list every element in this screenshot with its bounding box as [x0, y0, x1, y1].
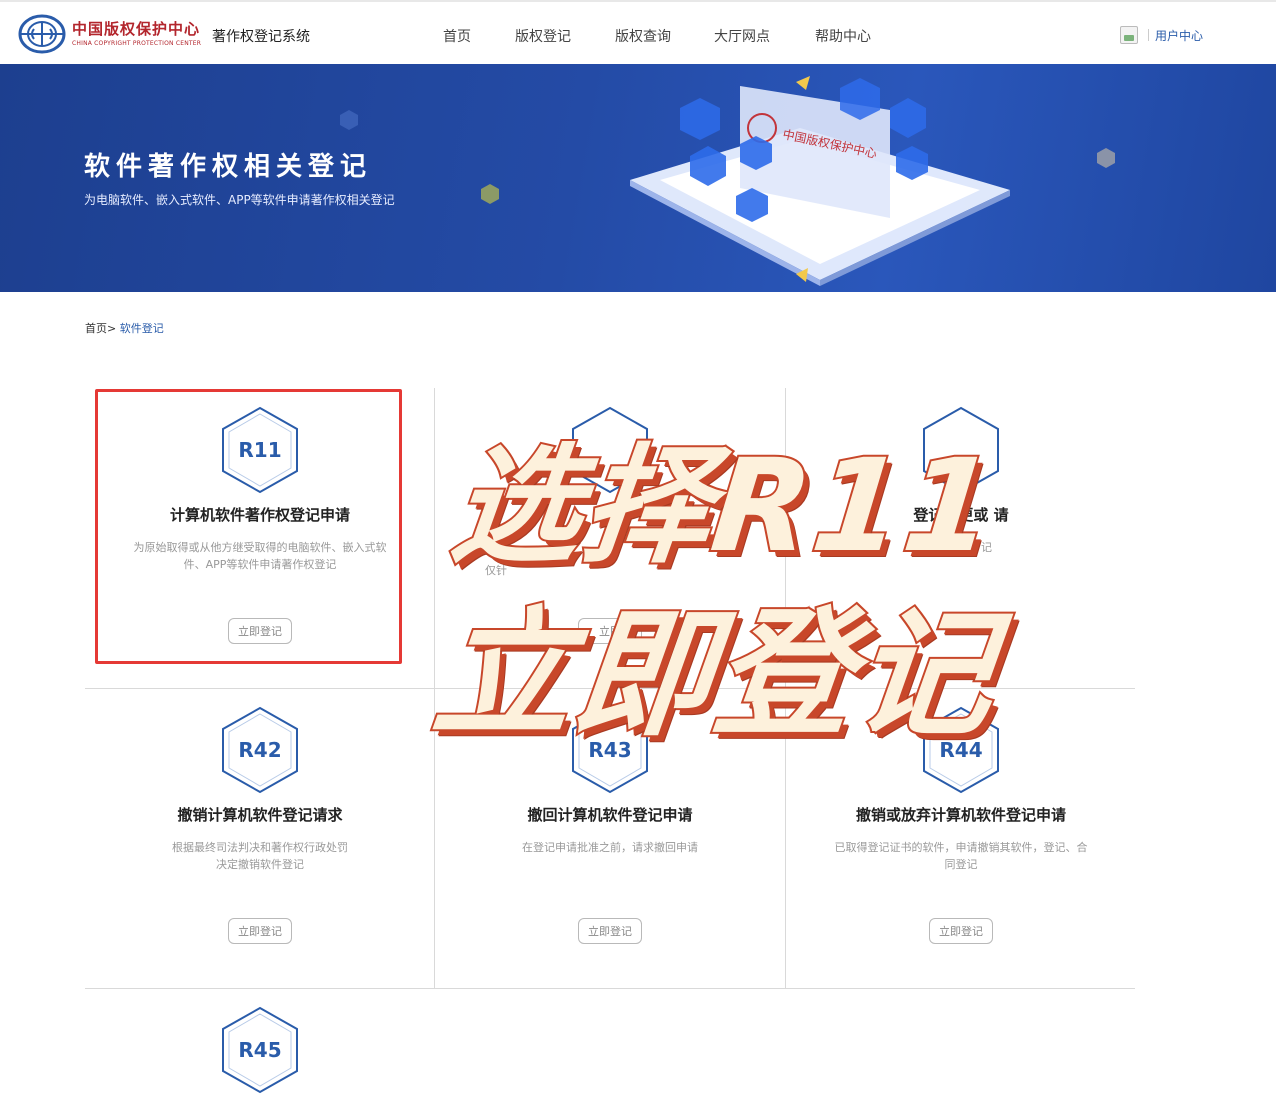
hexagon-badge-icon — [572, 406, 648, 494]
breadcrumb: 首页> 软件登记 — [85, 320, 164, 336]
service-code: R43 — [588, 738, 632, 762]
hero-banner: 软件著作权相关登记 为电脑软件、嵌入式软件、APP等软件申请著作权相关登记 中国… — [0, 64, 1276, 292]
service-code: R44 — [939, 738, 983, 762]
r11-highlight-frame — [95, 389, 402, 664]
nav-home[interactable]: 首页 — [443, 26, 471, 46]
nav-copyright-query[interactable]: 版权查询 — [615, 26, 671, 46]
nav-copyright-registration[interactable]: 版权登记 — [515, 26, 571, 46]
decor-hexagon-icon — [1097, 148, 1115, 168]
platform-illustration: 中国版权保护中心 — [630, 76, 1010, 286]
register-now-button[interactable]: 立即登记 — [929, 918, 993, 944]
decor-hexagon-icon — [481, 184, 499, 204]
banner-title: 软件著作权相关登记 — [84, 152, 373, 182]
site-logo[interactable]: 中国版权保护中心 CHINA COPYRIGHT PROTECTION CENT… — [18, 14, 202, 58]
service-card-r44[interactable]: R44 撤销或放弃计算机软件登记申请 已取得登记证书的软件，申请撤销其软件，登记… — [786, 688, 1136, 988]
service-code-badge: R45 — [221, 1006, 299, 1094]
top-header: 中国版权保护中心 CHINA COPYRIGHT PROTECTION CENT… — [0, 0, 1276, 64]
user-center-link[interactable]: 用户中心 — [1155, 27, 1203, 44]
service-card-r43[interactable]: R43 撤回计算机软件登记申请 在登记申请批准之前，请求撤回申请 立即登记 — [435, 688, 785, 988]
banner-subtitle: 为电脑软件、嵌入式软件、APP等软件申请著作权相关登记 — [84, 193, 395, 207]
service-description: 根据最终司法判决和著作权行政处罚决定撤销软件登记 — [172, 841, 348, 871]
breadcrumb-home[interactable]: 首页> — [85, 322, 116, 335]
service-description: 在登记申请批准之前，请求撤回申请 — [522, 841, 698, 854]
service-card-3[interactable]: 登记变更或 请 登记 变更 记 — [786, 388, 1136, 688]
logo-english-name: CHINA COPYRIGHT PROTECTION CENTER — [72, 40, 202, 47]
breadcrumb-current: 软件登记 — [119, 322, 164, 335]
hexagon-badge-icon — [923, 406, 999, 494]
service-code-badge: R42 — [221, 706, 299, 794]
service-title: 登记变更或 请 — [913, 506, 1009, 524]
service-title: 撤销计算机软件登记请求 — [177, 806, 343, 824]
service-card-r42[interactable]: R42 撤销计算机软件登记请求 根据最终司法判决和著作权行政处罚决定撤销软件登记… — [85, 688, 435, 988]
nav-help-center[interactable]: 帮助中心 — [815, 26, 871, 46]
service-description: 登记 变更 记 — [930, 541, 992, 554]
logo-chinese-name: 中国版权保护中心 — [72, 20, 201, 38]
user-avatar-icon[interactable] — [1120, 26, 1138, 44]
divider — [1148, 29, 1149, 41]
service-code: R42 — [238, 738, 282, 762]
service-title: 撤销或放弃计算机软件登记申请 — [855, 806, 1066, 824]
user-center[interactable]: 用户中心 — [1120, 26, 1203, 44]
register-now-button[interactable]: 立即登记 — [578, 918, 642, 944]
service-card-2[interactable]: 仅针 立即 — [435, 388, 785, 688]
service-description: 仅针 — [485, 564, 507, 577]
logo-emblem-icon — [18, 14, 66, 54]
service-description: 已取得登记证书的软件，申请撤销其软件，登记、合同登记 — [834, 841, 1088, 871]
service-title: 撤回计算机软件登记申请 — [527, 806, 693, 824]
service-code-badge — [571, 406, 649, 494]
service-card-r45[interactable]: R45 — [85, 988, 435, 1094]
register-now-button[interactable]: 立即 — [578, 618, 642, 644]
service-code-badge: R43 — [571, 706, 649, 794]
service-code-badge: R44 — [922, 706, 1000, 794]
service-code-badge — [922, 406, 1000, 494]
register-now-button[interactable]: 立即登记 — [228, 918, 292, 944]
nav-service-halls[interactable]: 大厅网点 — [714, 26, 770, 46]
decor-hexagon-icon — [340, 110, 358, 130]
service-code: R45 — [238, 1038, 282, 1062]
system-title: 著作权登记系统 — [212, 29, 310, 45]
